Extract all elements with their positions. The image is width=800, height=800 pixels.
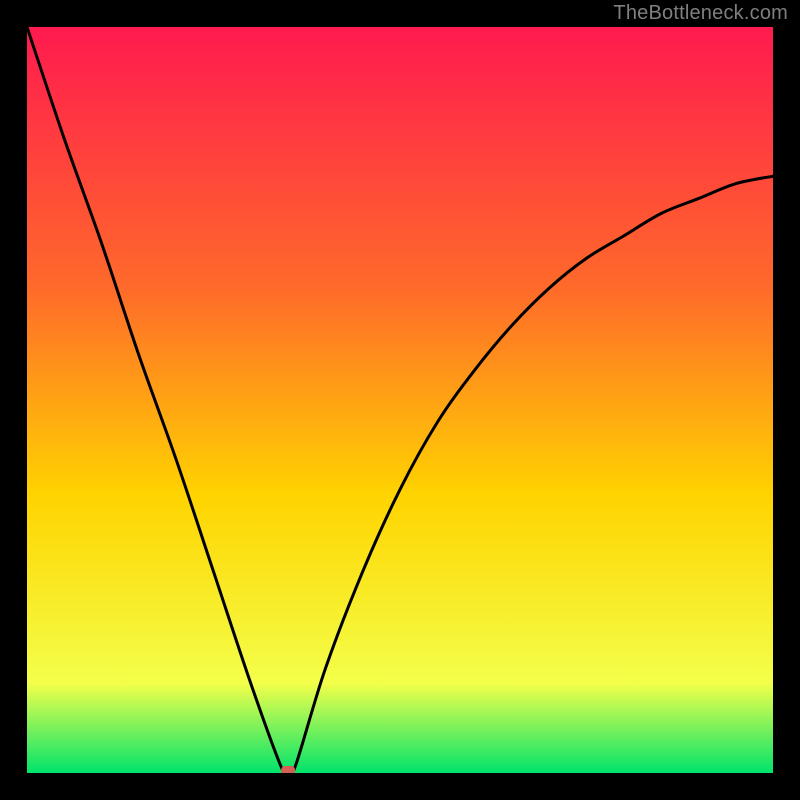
plot-area	[27, 27, 773, 773]
chart-frame: TheBottleneck.com	[0, 0, 800, 800]
bottleneck-chart	[27, 27, 773, 773]
optimum-marker	[281, 766, 295, 773]
gradient-background	[27, 27, 773, 773]
watermark-text: TheBottleneck.com	[613, 2, 788, 25]
